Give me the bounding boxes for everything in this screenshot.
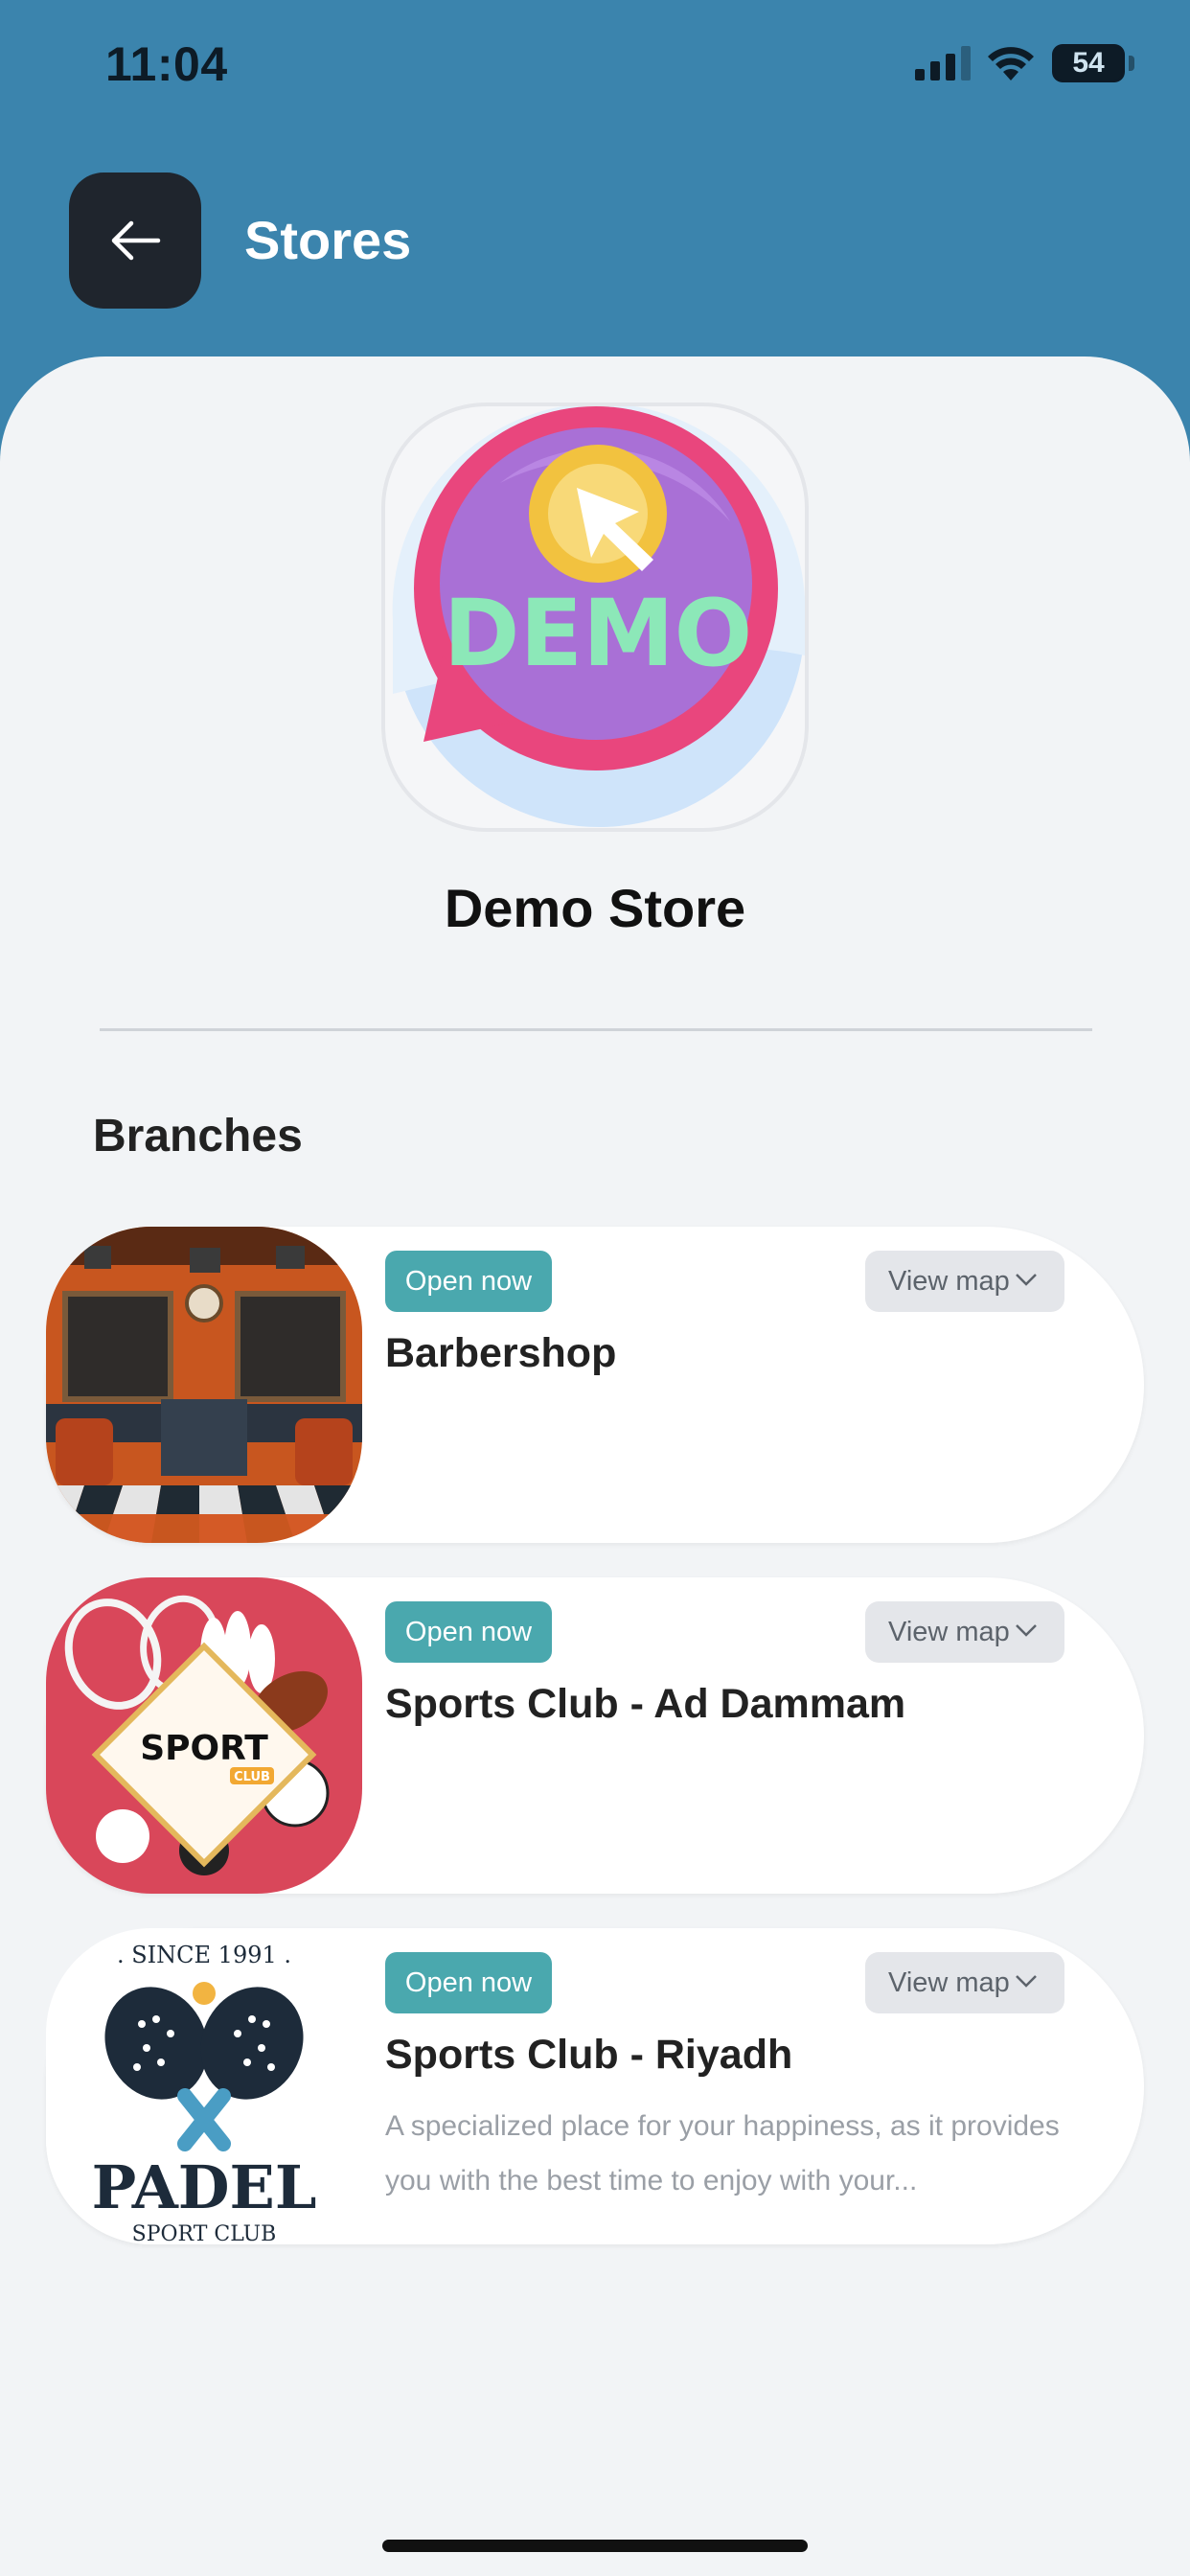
view-map-button[interactable]: View map	[865, 1952, 1064, 2013]
open-status-badge: Open now	[385, 1952, 552, 2013]
branch-image-padel: . SINCE 1991 . PADEL SPORT CLUB	[46, 1928, 362, 2244]
open-status-badge: Open now	[385, 1251, 552, 1312]
divider	[100, 1028, 1092, 1031]
branch-image-sports: SPORT CLUB	[46, 1577, 362, 1894]
chevron-down-icon	[1016, 1624, 1037, 1637]
store-name: Demo Store	[444, 878, 746, 938]
branch-description: A specialized place for your happiness, …	[385, 2110, 1060, 2196]
view-map-label: View map	[888, 1617, 1010, 1647]
status-time: 11:04	[105, 37, 228, 91]
logo-text: DEMO	[444, 580, 752, 687]
branch-card-sports-riyadh[interactable]: . SINCE 1991 . PADEL SPORT CLUB Open now…	[46, 1928, 1144, 2244]
branch-name: Sports Club - Riyadh	[385, 2032, 793, 2078]
view-map-label: View map	[888, 1266, 1010, 1297]
battery-cap	[1129, 56, 1134, 71]
branch-card-sports-dammam[interactable]: SPORT CLUB Open now View map Sports Club…	[46, 1577, 1144, 1894]
sport-logo-text: SPORT	[140, 1729, 268, 1768]
status-bar: 11:04 54	[0, 0, 1190, 134]
page-title: Stores	[244, 210, 412, 270]
view-map-label: View map	[888, 1967, 1010, 1998]
cellular-signal-icon	[915, 46, 971, 80]
branch-image-barbershop	[46, 1227, 362, 1543]
wifi-icon	[988, 47, 1034, 80]
arrow-left-icon	[111, 220, 161, 261]
sport-logo-sub: CLUB	[234, 1770, 270, 1784]
branch-card-barbershop[interactable]: Open now View map Barbershop	[46, 1227, 1144, 1543]
battery-level: 54	[1072, 47, 1105, 79]
branch-name: Barbershop	[385, 1330, 617, 1376]
padel-logo-top: . SINCE 1991 .	[117, 1942, 291, 1968]
padel-logo-sub: SPORT CLUB	[132, 2222, 277, 2244]
battery-icon: 54	[1052, 44, 1125, 82]
chevron-down-icon	[1016, 1274, 1037, 1286]
chevron-down-icon	[1016, 1975, 1037, 1988]
demo-logo-image: DEMO	[392, 406, 805, 827]
home-indicator	[382, 2540, 808, 2552]
store-logo: DEMO	[381, 402, 809, 832]
padel-logo-text: PADEL	[92, 2152, 317, 2222]
view-map-button[interactable]: View map	[865, 1601, 1064, 1663]
view-map-button[interactable]: View map	[865, 1251, 1064, 1312]
open-status-badge: Open now	[385, 1601, 552, 1663]
back-button[interactable]	[69, 172, 201, 309]
branch-name: Sports Club - Ad Dammam	[385, 1681, 906, 1727]
branches-heading: Branches	[93, 1111, 303, 1162]
